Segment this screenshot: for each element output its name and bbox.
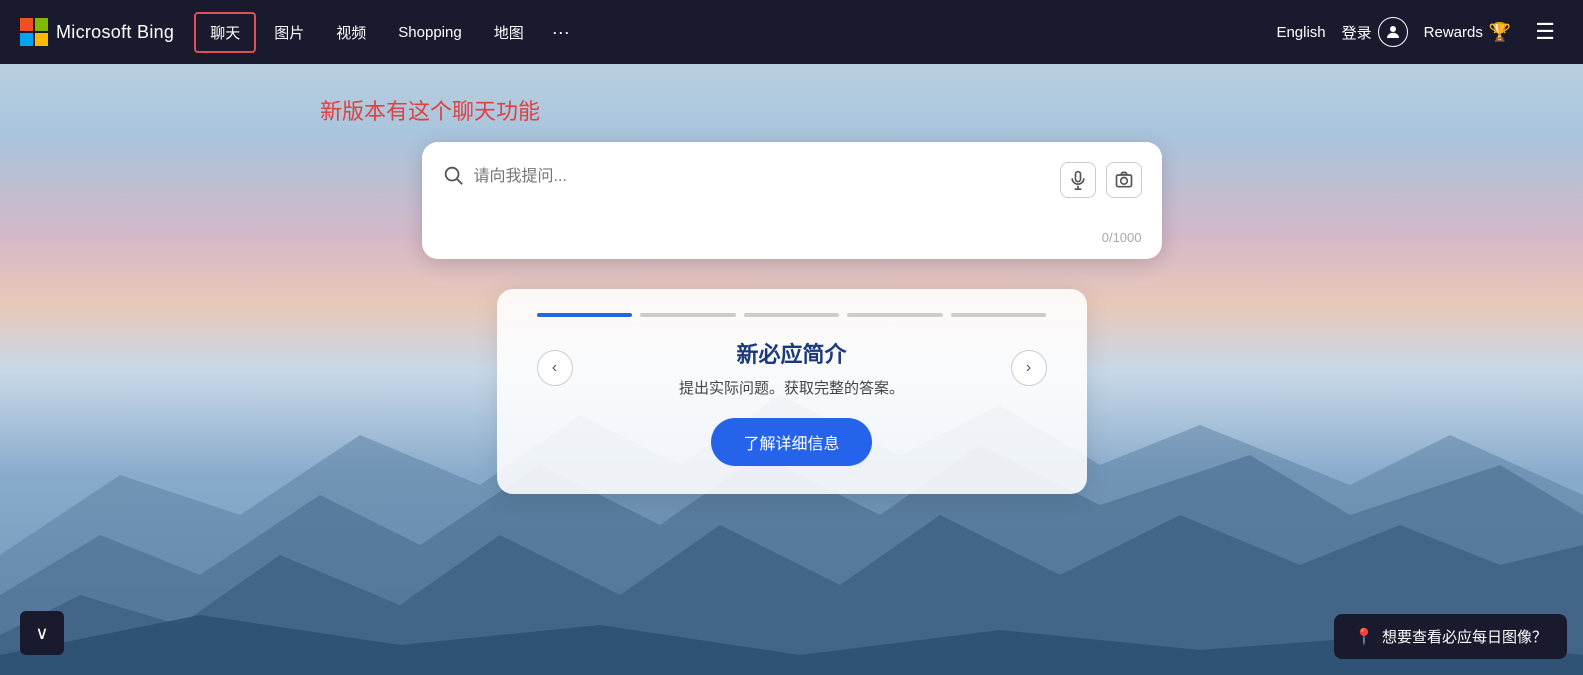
card-title: 新必应简介 — [593, 337, 991, 369]
navbar: Microsoft Bing 聊天 图片 视频 Shopping 地图 ··· … — [0, 0, 1583, 64]
nav-items: 聊天 图片 视频 Shopping 地图 ··· — [194, 12, 1276, 53]
card-description: 提出实际问题。获取完整的答案。 — [593, 377, 991, 398]
prev-arrow[interactable]: ‹ — [537, 350, 573, 386]
promo-banner: 新版本有这个聊天功能 — [320, 94, 540, 126]
search-footer: 0/1000 — [442, 230, 1142, 245]
carousel-dot-2[interactable] — [640, 313, 736, 317]
daily-image-toast[interactable]: 📍 想要查看必应每日图像？ — [1334, 614, 1567, 659]
location-icon: 📍 — [1354, 627, 1374, 647]
next-arrow[interactable]: › — [1011, 350, 1047, 386]
card-navigation: ‹ 新必应简介 提出实际问题。获取完整的答案。 › — [537, 337, 1047, 398]
nav-more-button[interactable]: ··· — [542, 14, 580, 51]
microphone-button[interactable] — [1060, 162, 1096, 198]
carousel-dots — [537, 313, 1047, 317]
rewards-label: Rewards — [1424, 24, 1483, 41]
main-content: 新版本有这个聊天功能 — [0, 64, 1583, 494]
toast-text: 想要查看必应每日图像？ — [1382, 626, 1547, 647]
card-body: 新必应简介 提出实际问题。获取完整的答案。 — [573, 337, 1011, 398]
hamburger-menu[interactable]: ☰ — [1527, 15, 1563, 49]
logo-yellow — [35, 33, 48, 46]
logo-green — [35, 18, 48, 31]
login-label: 登录 — [1342, 22, 1372, 43]
char-counter: 0/1000 — [1102, 230, 1142, 245]
search-container: 0/1000 — [422, 142, 1162, 259]
search-action-icons — [1060, 162, 1142, 198]
nav-item-chat[interactable]: 聊天 — [194, 12, 256, 53]
search-input-row — [442, 162, 1142, 222]
search-icon — [442, 164, 464, 192]
info-card: ‹ 新必应简介 提出实际问题。获取完整的答案。 › 了解详细信息 — [497, 289, 1087, 494]
brand-name: Microsoft Bing — [56, 22, 174, 43]
scroll-down-button[interactable]: ∨ — [20, 611, 64, 655]
carousel-dot-4[interactable] — [847, 313, 943, 317]
microsoft-logo — [20, 18, 48, 46]
nav-right: English 登录 Rewards 🏆 ☰ — [1276, 15, 1563, 49]
nav-item-shopping[interactable]: Shopping — [384, 16, 475, 49]
learn-more-button[interactable]: 了解详细信息 — [711, 418, 871, 466]
language-selector[interactable]: English — [1276, 24, 1325, 41]
search-input[interactable] — [474, 162, 1050, 222]
logo[interactable]: Microsoft Bing — [20, 18, 174, 46]
login-button[interactable]: 登录 — [1342, 17, 1408, 47]
carousel-dot-5[interactable] — [951, 313, 1047, 317]
trophy-icon: 🏆 — [1489, 22, 1511, 43]
rewards-button[interactable]: Rewards 🏆 — [1424, 22, 1512, 43]
carousel-dot-3[interactable] — [744, 313, 840, 317]
user-avatar — [1378, 17, 1408, 47]
nav-item-video[interactable]: 视频 — [322, 14, 380, 51]
camera-button[interactable] — [1106, 162, 1142, 198]
nav-item-images[interactable]: 图片 — [260, 14, 318, 51]
nav-item-maps[interactable]: 地图 — [480, 14, 538, 51]
logo-red — [20, 18, 33, 31]
carousel-dot-1[interactable] — [537, 313, 633, 317]
logo-blue — [20, 33, 33, 46]
chevron-down-icon: ∨ — [35, 623, 48, 644]
